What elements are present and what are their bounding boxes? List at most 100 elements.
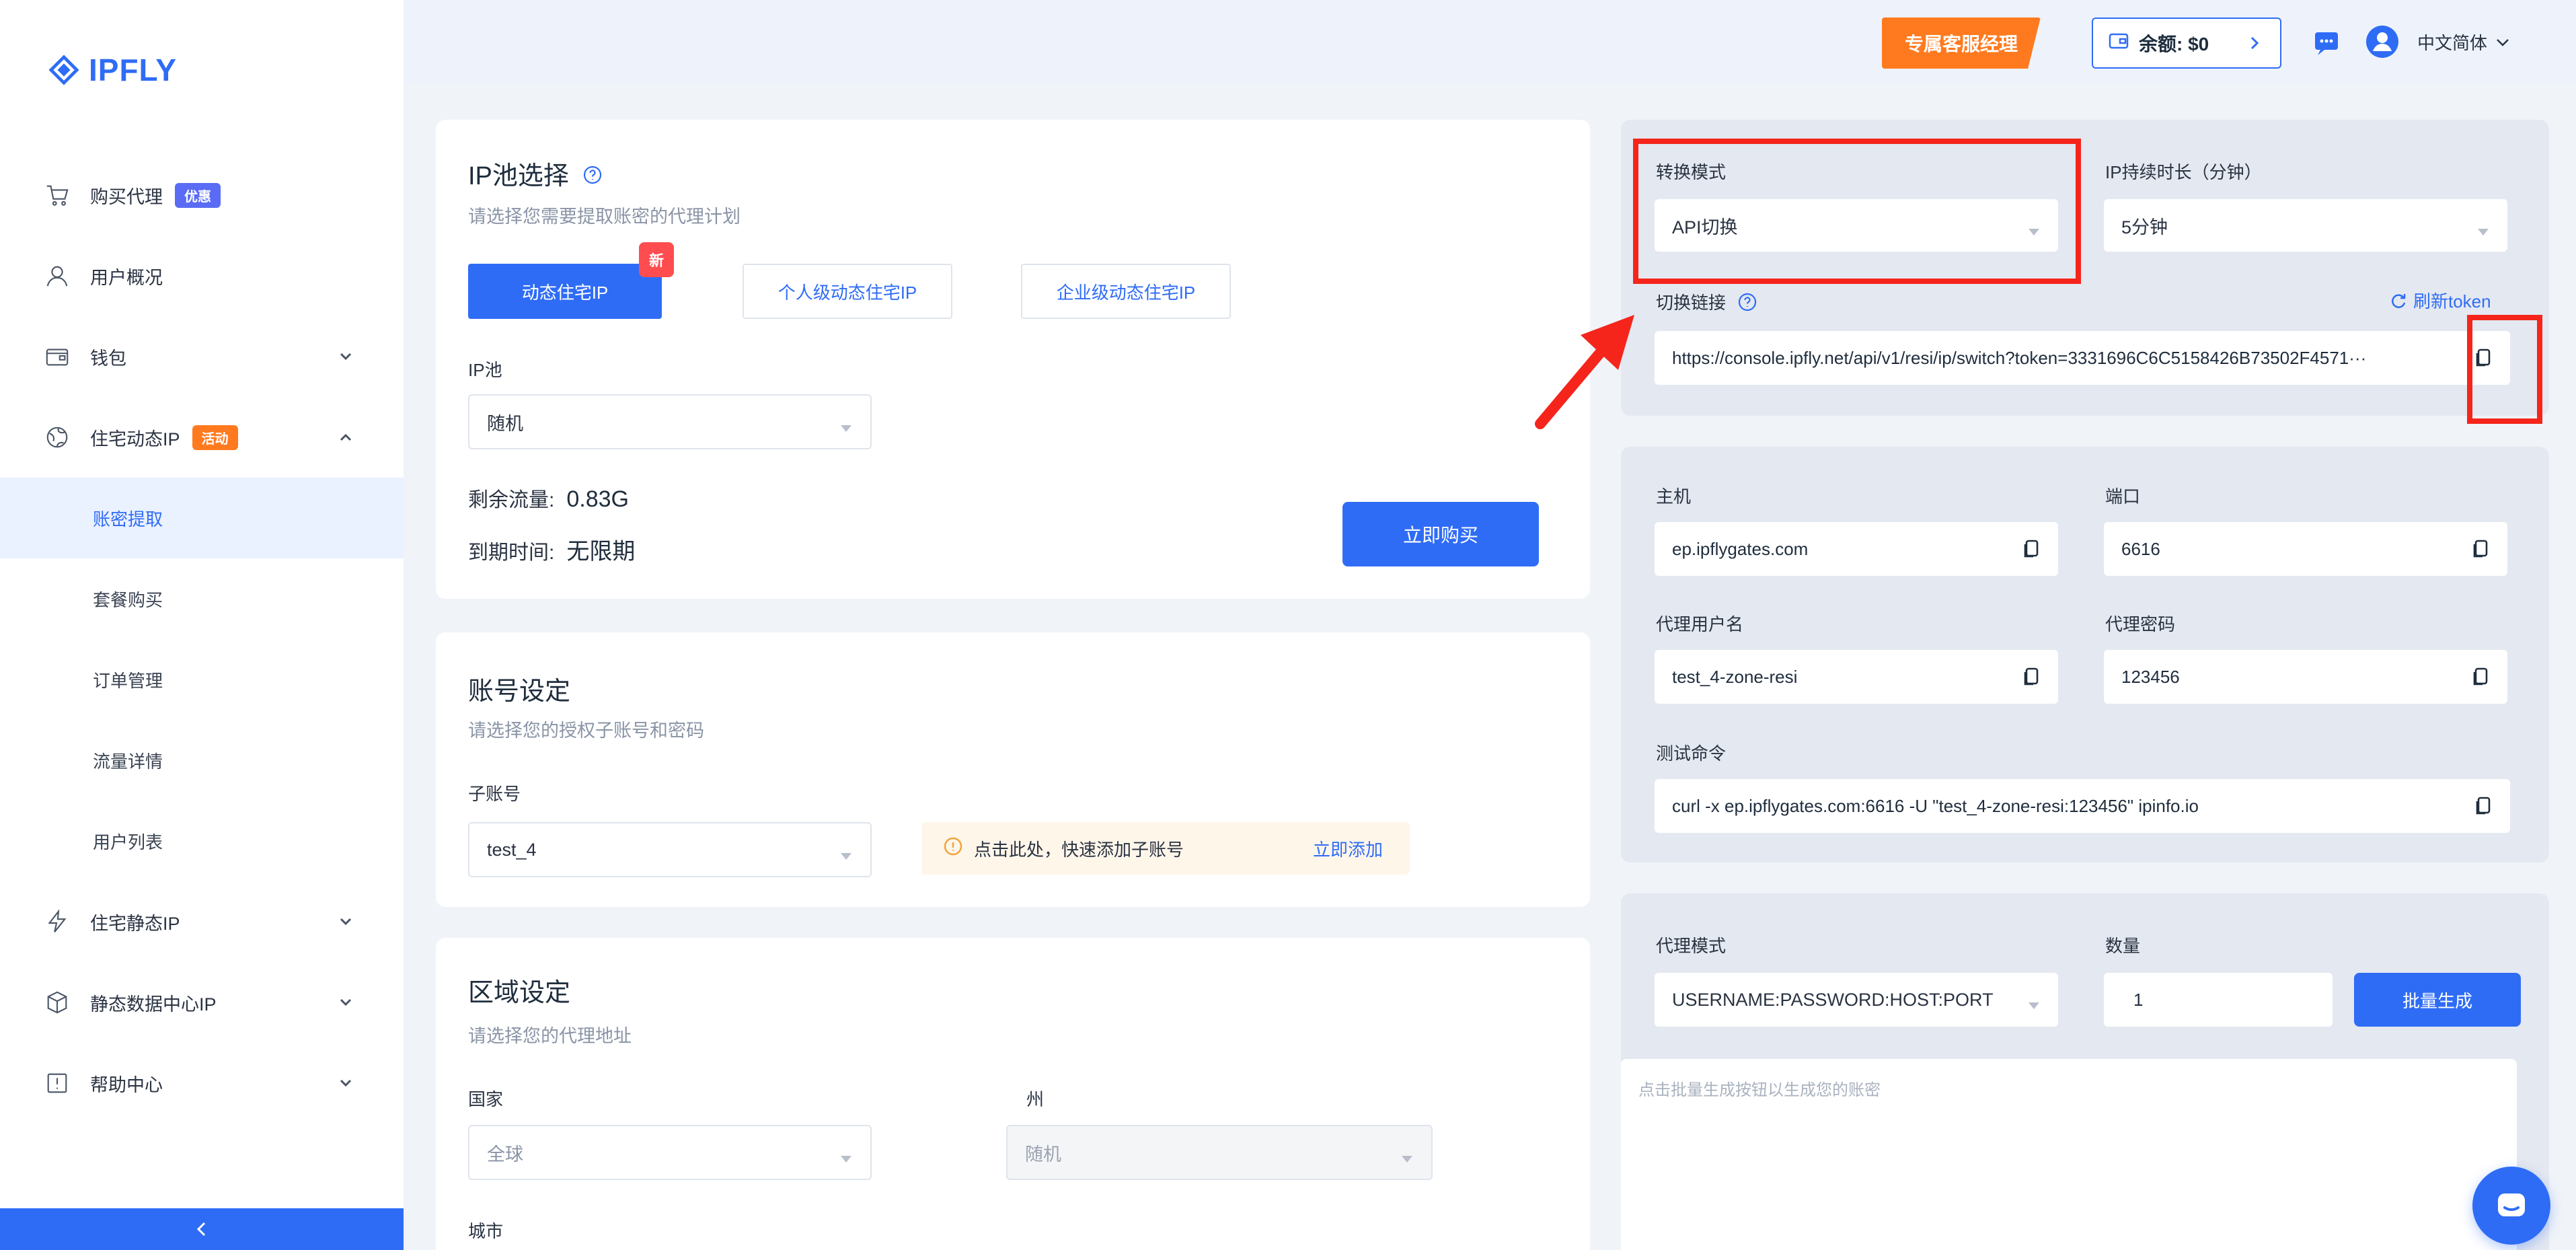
chevron-down-icon bbox=[336, 347, 355, 366]
user-icon bbox=[43, 262, 71, 290]
tab-personal-dynamic-residential[interactable]: 个人级动态住宅IP bbox=[743, 264, 952, 319]
sidebar-item-user-overview[interactable]: 用户概况 bbox=[0, 235, 404, 316]
proxy-mode-select[interactable]: USERNAME:PASSWORD:HOST:PORT bbox=[1655, 973, 2058, 1027]
country-select[interactable]: 全球 bbox=[468, 1125, 872, 1180]
globe-icon bbox=[43, 423, 71, 451]
tab-dynamic-residential[interactable]: 动态住宅IP bbox=[468, 264, 662, 319]
balance-text: 余额: $0 bbox=[2139, 34, 2209, 54]
generated-credentials-output[interactable]: 点击批量生成按钮以生成您的账密 bbox=[1621, 1059, 2517, 1250]
help-circle-icon[interactable] bbox=[582, 163, 603, 192]
region-settings-card bbox=[436, 938, 1590, 1250]
chevron-up-icon bbox=[336, 428, 355, 447]
warning-circle-icon bbox=[943, 836, 963, 861]
user-avatar-icon[interactable] bbox=[2365, 24, 2400, 59]
proxy-mode-label: 代理模式 bbox=[1656, 936, 1727, 956]
add-now-link[interactable]: 立即添加 bbox=[1313, 836, 1383, 861]
ip-pool-label: IP池 bbox=[468, 360, 502, 380]
test-command-field[interactable]: curl -x ep.ipflygates.com:6616 -U "test_… bbox=[1655, 779, 2510, 833]
sub-account-select[interactable]: test_4 bbox=[468, 822, 872, 877]
sidebar-item-buy-proxy[interactable]: 购买代理 优惠 bbox=[0, 155, 404, 235]
sidebar: IPFLY 购买代理 优惠 用户概况 钱包 住宅动态IP 活动 账密提取 套餐购… bbox=[0, 0, 404, 1250]
add-sub-account-notice[interactable]: 点击此处，快速添加子账号 立即添加 bbox=[921, 822, 1410, 875]
ip-duration-select[interactable]: 5分钟 bbox=[2104, 199, 2507, 252]
sub-account-select-value: test_4 bbox=[487, 839, 537, 860]
language-switcher[interactable]: 中文简体 bbox=[2417, 30, 2511, 54]
help-circle-icon[interactable] bbox=[1737, 292, 1757, 317]
caret-down-icon bbox=[839, 1148, 853, 1163]
sidebar-item-wallet[interactable]: 钱包 bbox=[0, 316, 404, 397]
sidebar-item-label: 用户概况 bbox=[90, 267, 163, 288]
language-label: 中文简体 bbox=[2417, 33, 2488, 53]
notice-text: 点击此处，快速添加子账号 bbox=[974, 839, 1184, 860]
test-command-value: curl -x ep.ipflygates.com:6616 -U "test_… bbox=[1672, 795, 2199, 816]
port-label: 端口 bbox=[2105, 486, 2141, 507]
sidebar-collapse-button[interactable] bbox=[0, 1208, 404, 1250]
tab-enterprise-dynamic-residential[interactable]: 企业级动态住宅IP bbox=[1021, 264, 1231, 319]
state-select-value: 随机 bbox=[1025, 1144, 1061, 1165]
chevron-down-icon bbox=[336, 912, 355, 931]
host-field[interactable]: ep.ipflygates.com bbox=[1655, 522, 2058, 576]
buy-now-button[interactable]: 立即购买 bbox=[1342, 502, 1539, 566]
proxy-username-field[interactable]: test_4-zone-resi bbox=[1655, 650, 2058, 704]
dedicated-manager-button[interactable]: 专属客服经理 bbox=[1882, 17, 2041, 69]
sidebar-item-label: 静态数据中心IP bbox=[90, 994, 217, 1015]
sidebar-subitem-user-list[interactable]: 用户列表 bbox=[0, 801, 404, 881]
sidebar-subitem-credential-extract[interactable]: 账密提取 bbox=[0, 478, 404, 558]
ip-pool-select[interactable]: 随机 bbox=[468, 394, 872, 449]
sidebar-subitem-package-purchase[interactable]: 套餐购买 bbox=[0, 558, 404, 639]
caret-down-icon bbox=[2027, 994, 2041, 1009]
ip-duration-label: IP持续时长（分钟） bbox=[2105, 162, 2262, 182]
sidebar-subitem-order-management[interactable]: 订单管理 bbox=[0, 639, 404, 720]
refresh-token-link[interactable]: 刷新token bbox=[2389, 288, 2491, 313]
city-label: 城市 bbox=[468, 1221, 504, 1241]
region-settings-subtitle: 请选择您的代理地址 bbox=[468, 1026, 632, 1046]
test-command-label: 测试命令 bbox=[1656, 743, 1727, 764]
sidebar-nav: 购买代理 优惠 用户概况 钱包 住宅动态IP 活动 账密提取 套餐购买 订单管理… bbox=[0, 155, 404, 1124]
highlight-switch-mode bbox=[1633, 139, 2081, 284]
ipfly-logo-icon bbox=[48, 54, 79, 85]
lightning-icon bbox=[43, 908, 71, 936]
host-label: 主机 bbox=[1656, 486, 1692, 507]
help-book-icon bbox=[43, 1069, 71, 1097]
chevron-down-icon bbox=[336, 993, 355, 1012]
caret-down-icon bbox=[2476, 221, 2490, 235]
chevron-left-icon bbox=[196, 1222, 206, 1237]
quantity-value: 1 bbox=[2133, 989, 2144, 1010]
highlight-copy-link bbox=[2467, 315, 2542, 424]
sidebar-subitem-traffic-details[interactable]: 流量详情 bbox=[0, 720, 404, 801]
account-settings-subtitle: 请选择您的授权子账号和密码 bbox=[468, 721, 704, 741]
balance-button[interactable]: 余额: $0 bbox=[2092, 17, 2281, 69]
copy-icon[interactable] bbox=[2020, 538, 2042, 560]
switch-link-label: 切换链接 bbox=[1656, 289, 1757, 317]
caret-down-icon bbox=[839, 417, 853, 432]
wallet-icon bbox=[43, 342, 71, 371]
ip-duration-value: 5分钟 bbox=[2121, 217, 2168, 237]
ip-pool-select-value: 随机 bbox=[487, 413, 523, 434]
sidebar-item-label: 帮助中心 bbox=[90, 1074, 163, 1095]
wallet-icon bbox=[2108, 30, 2129, 57]
quantity-input[interactable]: 1 bbox=[2104, 973, 2333, 1027]
copy-icon[interactable] bbox=[2472, 795, 2494, 817]
sidebar-item-residential-static[interactable]: 住宅静态IP bbox=[0, 881, 404, 962]
sidebar-item-static-datacenter[interactable]: 静态数据中心IP bbox=[0, 962, 404, 1043]
copy-icon[interactable] bbox=[2470, 666, 2491, 688]
batch-generate-button[interactable]: 批量生成 bbox=[2354, 973, 2521, 1027]
activity-badge: 活动 bbox=[192, 425, 238, 450]
port-field[interactable]: 6616 bbox=[2104, 522, 2507, 576]
copy-icon[interactable] bbox=[2470, 538, 2491, 560]
sub-account-label: 子账号 bbox=[468, 784, 521, 804]
ipfly-logo[interactable]: IPFLY bbox=[48, 43, 177, 97]
copy-icon[interactable] bbox=[2020, 666, 2042, 688]
sidebar-item-help-center[interactable]: 帮助中心 bbox=[0, 1043, 404, 1124]
switch-link-field[interactable]: https://console.ipfly.net/api/v1/resi/ip… bbox=[1655, 331, 2510, 385]
chat-support-button[interactable] bbox=[2472, 1167, 2550, 1245]
state-select[interactable]: 随机 bbox=[1006, 1125, 1433, 1180]
port-value: 6616 bbox=[2121, 538, 2160, 559]
expiry-time: 到期时间: 无限期 bbox=[468, 539, 636, 564]
proxy-password-field[interactable]: 123456 bbox=[2104, 650, 2507, 704]
sidebar-item-residential-dynamic[interactable]: 住宅动态IP 活动 bbox=[0, 397, 404, 478]
remaining-traffic: 剩余流量: 0.83G bbox=[468, 486, 629, 512]
message-icon[interactable] bbox=[2312, 28, 2341, 57]
sidebar-item-label: 钱包 bbox=[90, 348, 126, 369]
proxy-username-value: test_4-zone-resi bbox=[1672, 666, 1798, 687]
